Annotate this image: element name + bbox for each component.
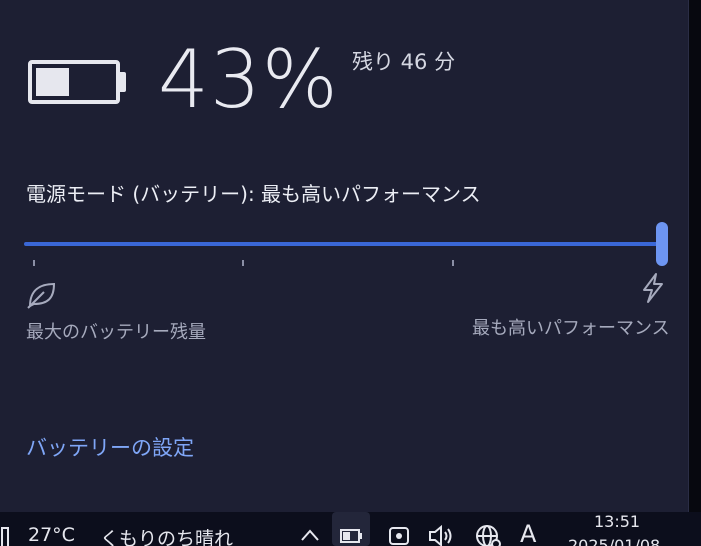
best-performance-label: 最も高いパフォーマンス: [472, 318, 670, 339]
clock-date[interactable]: 2025/01/08: [568, 536, 660, 546]
battery-settings-link[interactable]: バッテリーの設定: [26, 432, 194, 462]
battery-percentage: 43%: [158, 33, 339, 126]
power-mode-slider-thumb[interactable]: [656, 222, 668, 266]
speaker-icon[interactable]: [426, 522, 454, 546]
battery-flyout: 43% 残り 46 分 電源モード (バッテリー): 最も高いパフォーマンス 最…: [0, 0, 689, 512]
power-mode-slider-track[interactable]: [24, 242, 658, 246]
globe-icon[interactable]: [474, 522, 502, 546]
slider-tick: [242, 260, 244, 266]
battery-tray-icon[interactable]: [337, 522, 365, 546]
battery-saver-label: 最大のバッテリー残量: [26, 322, 206, 343]
ime-indicator[interactable]: A: [520, 520, 536, 546]
clock-time[interactable]: 13:51: [594, 512, 640, 531]
chevron-up-icon[interactable]: [296, 522, 324, 546]
slider-tick: [452, 260, 454, 266]
lightning-bolt-icon: [643, 273, 663, 303]
taskbar: 27°C くもりのち晴れ A 13:51 2025/01/08: [0, 512, 701, 546]
weather-temperature[interactable]: 27°C: [28, 524, 75, 546]
leaf-icon: [27, 282, 56, 309]
weather-description[interactable]: くもりのち晴れ: [100, 524, 233, 546]
battery-time-remaining: 残り 46 分: [352, 50, 456, 74]
desktop-edge: [689, 0, 701, 512]
battery-level-fill: [36, 68, 69, 96]
battery-terminal: [119, 72, 126, 92]
battery-icon: [28, 60, 120, 104]
power-mode-title: 電源モード (バッテリー): 最も高いパフォーマンス: [26, 182, 481, 206]
camera-icon[interactable]: [386, 522, 414, 546]
power-mode-slider[interactable]: [24, 222, 670, 266]
slider-tick: [33, 260, 35, 266]
weather-icon[interactable]: [0, 526, 12, 546]
